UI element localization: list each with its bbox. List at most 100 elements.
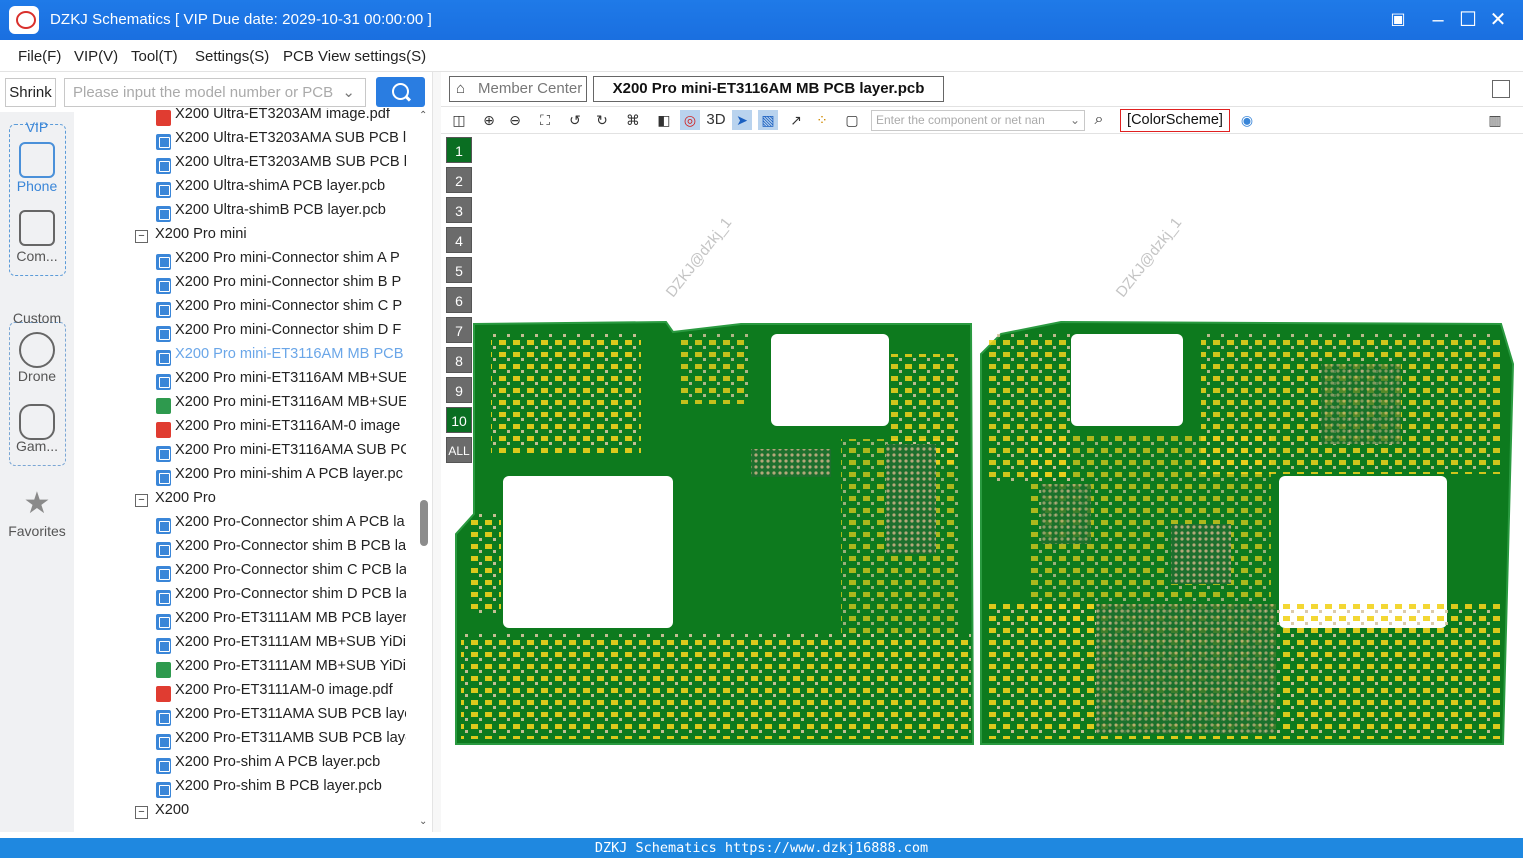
pdf-file-icon [156, 110, 171, 126]
model-search-input[interactable]: Please input the model number or PCB ⌄ [64, 78, 366, 107]
tree-file-item[interactable]: X200 Ultra-shimA PCB layer.pcb [156, 178, 406, 202]
tree-file-item[interactable]: X200 Pro mini-Connector shim D F [156, 322, 406, 346]
pin-mode-icon[interactable]: ➤ [732, 110, 752, 130]
search-icon[interactable]: ⌕ [1089, 110, 1109, 130]
shrink-button[interactable]: Shrink [5, 78, 56, 107]
collapse-icon[interactable]: − [135, 494, 148, 507]
scroll-down-icon[interactable]: ⌄ [419, 816, 427, 827]
tree-file-item[interactable]: X200 Pro-ET311AMA SUB PCB laye [156, 706, 406, 730]
tree-file-item[interactable]: X200 Ultra-ET3203AMB SUB PCB la [156, 154, 406, 178]
phone-icon[interactable] [19, 142, 55, 178]
tree-file-item[interactable]: X200 Pro-Connector shim D PCB la [156, 586, 406, 610]
zoom-in-icon[interactable]: ⊕ [479, 110, 499, 130]
menu-file[interactable]: File(F) [18, 48, 61, 65]
tree-file-item[interactable]: X200 Ultra-ET3203AMA SUB PCB la [156, 130, 406, 154]
collapse-icon[interactable]: − [135, 806, 148, 819]
tree-file-item[interactable]: X200 Pro-ET3111AM-0 image.pdf [156, 682, 406, 706]
mirror-icon[interactable]: ◧ [654, 110, 674, 130]
computer-icon[interactable] [19, 210, 55, 246]
tree-folder[interactable]: − X200 [135, 802, 405, 826]
pcb-canvas[interactable]: 1 2 3 4 5 6 7 8 9 10 ALL DZKJ@dzkj_1 DZKJ@dzkj_1 [441, 134, 1523, 838]
search-button[interactable] [376, 77, 425, 107]
side-panel-icon[interactable]: ▥ [1485, 110, 1505, 130]
tree-file-item[interactable]: X200 Pro-ET311AMB SUB PCB laye [156, 730, 406, 754]
pcb-file-icon [156, 158, 171, 174]
panel-splitter[interactable] [432, 72, 441, 832]
3d-view-button[interactable]: 3D [704, 110, 728, 130]
tree-scrollbar[interactable]: ⌃ ⌄ [418, 108, 430, 832]
fit-view-icon[interactable]: ⛶ [535, 110, 555, 130]
rail-phone[interactable]: Phone [0, 178, 74, 194]
menu-pcb-view-settings[interactable]: PCB View settings(S) [283, 48, 426, 65]
zoom-out-icon[interactable]: ⊖ [505, 110, 525, 130]
chevron-down-icon[interactable]: ⌄ [342, 79, 355, 106]
pcb-file-icon [156, 278, 171, 294]
gamepad-icon[interactable] [19, 404, 55, 440]
tree-folder[interactable]: − X200 Pro mini [135, 226, 405, 250]
rail-game[interactable]: Gam... [0, 438, 74, 454]
pcb-file-icon [156, 638, 171, 654]
tree-file-item[interactable]: X200 Pro mini-Connector shim B P [156, 274, 406, 298]
drone-icon[interactable] [19, 332, 55, 368]
tree-file-item[interactable]: X200 Ultra-shimB PCB layer.pcb [156, 202, 406, 226]
mouse-icon[interactable]: ▢ [842, 110, 862, 130]
tree-file-item[interactable]: X200 Pro mini-Connector shim A P [156, 250, 406, 274]
split-view-icon[interactable]: ◫ [449, 110, 469, 130]
pdf-file-icon [156, 422, 171, 438]
tree-file-item[interactable]: X200 Pro mini-ET3116AM MB+SUE [156, 394, 406, 418]
minimize-button[interactable]: – [1426, 8, 1450, 32]
scroll-thumb[interactable] [420, 500, 428, 546]
maximize-button[interactable]: ☐ [1456, 8, 1480, 32]
pcb-file-icon [156, 614, 171, 630]
tree-file-item[interactable]: X200 Pro mini-ET3116AM-0 image [156, 418, 406, 442]
menu-settings[interactable]: Settings(S) [195, 48, 269, 65]
star-icon[interactable]: ★ [0, 486, 74, 521]
menu-vip[interactable]: VIP(V) [74, 48, 118, 65]
rail-drone[interactable]: Drone [0, 368, 74, 384]
close-tab-icon[interactable] [1492, 80, 1510, 98]
tab-member-center[interactable]: ⌂ Member Center [449, 76, 587, 102]
highlight-net-icon[interactable]: ◎ [680, 110, 700, 130]
tab-active-file[interactable]: X200 Pro mini-ET3116AM MB PCB layer.pcb [593, 76, 944, 102]
measure-icon[interactable]: ↗ [786, 110, 806, 130]
tree-item-label: X200 Pro mini [155, 226, 247, 242]
tree-file-item[interactable]: X200 Pro mini-ET3116AMA SUB PC [156, 442, 406, 466]
component-search-input[interactable]: Enter the component or net nan ⌄ [871, 110, 1085, 131]
tree-item-label: X200 Pro mini-shim A PCB layer.pc [175, 466, 403, 482]
pcb-file-icon [156, 182, 171, 198]
chevron-down-icon[interactable]: ⌄ [1070, 111, 1080, 130]
tree-file-item[interactable]: X200 Pro mini-shim A PCB layer.pc [156, 466, 406, 490]
pcb-board-drawing[interactable] [441, 134, 1523, 838]
vip-briefcase-icon[interactable]: ▣ [1386, 8, 1410, 32]
tree-file-item[interactable]: X200 Pro-shim A PCB layer.pcb [156, 754, 406, 778]
scroll-up-icon[interactable]: ⌃ [419, 110, 427, 121]
menu-tool[interactable]: Tool(T) [131, 48, 178, 65]
paint-brush-icon[interactable]: ⌘ [623, 110, 643, 130]
rotate-left-icon[interactable]: ↺ [565, 110, 585, 130]
rail-computer[interactable]: Com... [0, 248, 74, 264]
eye-icon[interactable]: ◉ [1237, 110, 1257, 130]
tree-file-item[interactable]: X200 Ultra-ET3203AM image.pdf [156, 108, 406, 130]
tree-file-item[interactable]: X200 Pro-Connector shim B PCB la [156, 538, 406, 562]
trace-mode-icon[interactable]: ▧ [758, 110, 778, 130]
pcb-file-icon [156, 374, 171, 390]
tree-file-item[interactable]: X200 Pro mini-ET3116AM MB PCB [156, 346, 406, 370]
tree-file-item[interactable]: X200 Pro-Connector shim A PCB la [156, 514, 406, 538]
tree-folder[interactable]: − X200 Pro [135, 490, 405, 514]
close-button[interactable]: ✕ [1486, 8, 1510, 32]
rotate-right-icon[interactable]: ↻ [592, 110, 612, 130]
tree-file-item[interactable]: X200 Pro mini-Connector shim C P [156, 298, 406, 322]
tree-item-label: X200 Pro mini-Connector shim A P [175, 250, 400, 266]
rail-favorites[interactable]: Favorites [0, 523, 74, 539]
color-scheme-button[interactable]: [ColorScheme] [1120, 109, 1230, 132]
collapse-icon[interactable]: − [135, 230, 148, 243]
pads-icon[interactable]: ⁘ [812, 110, 832, 130]
tree-item-label: X200 Pro mini-ET3116AM MB+SUE [175, 370, 406, 386]
tree-file-item[interactable]: X200 Pro-ET3111AM MB PCB layer [156, 610, 406, 634]
tree-file-item[interactable]: X200 Pro-shim B PCB layer.pcb [156, 778, 406, 802]
tree-file-item[interactable]: X200 Pro-Connector shim C PCB la [156, 562, 406, 586]
pcb-file-icon [156, 470, 171, 486]
tree-file-item[interactable]: X200 Pro-ET3111AM MB+SUB YiDi [156, 658, 406, 682]
tree-file-item[interactable]: X200 Pro-ET3111AM MB+SUB YiDi [156, 634, 406, 658]
tree-file-item[interactable]: X200 Pro mini-ET3116AM MB+SUE [156, 370, 406, 394]
